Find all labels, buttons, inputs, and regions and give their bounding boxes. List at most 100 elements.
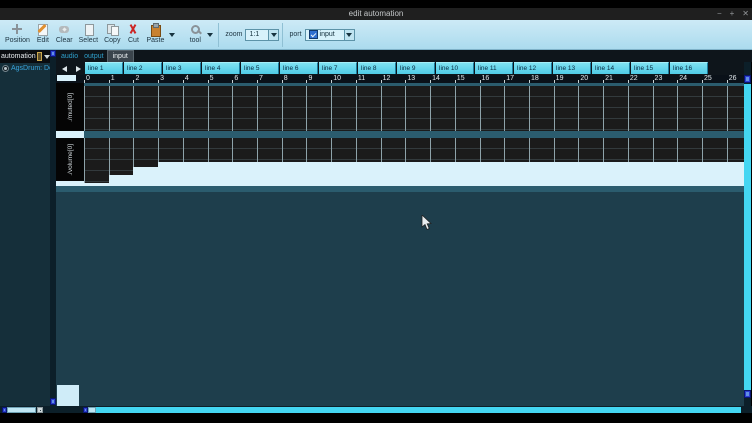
toolbar: PositionEditClearSelectCopyCutPastetool … <box>0 20 752 50</box>
automation-column <box>405 86 430 131</box>
toolbar-separator <box>282 23 283 47</box>
radio-icon[interactable] <box>2 65 9 72</box>
sidebar-hscroll-thumb[interactable] <box>7 407 36 413</box>
ruler-number: 25 <box>704 75 712 82</box>
zoom-combobox[interactable]: 1:1 <box>245 29 269 41</box>
automation-column <box>727 86 744 131</box>
automation-column <box>158 138 183 162</box>
automation-column <box>578 86 603 131</box>
edit-button[interactable]: Edit <box>33 22 53 48</box>
line-header-cell: line 13 <box>553 62 591 74</box>
vscroll-up-button[interactable] <box>744 75 751 83</box>
port-combobox[interactable]: input <box>305 29 345 41</box>
lane-separator <box>84 131 744 138</box>
vscroll-down-button[interactable] <box>744 390 751 398</box>
tab-output[interactable]: output <box>81 51 106 62</box>
ruler-number: 2 <box>135 75 139 82</box>
automation-column <box>282 86 307 131</box>
automation-column <box>133 138 158 167</box>
zoom-value: 1:1 <box>249 31 259 38</box>
line-header-cell: line 15 <box>631 62 669 74</box>
port-dropdown-arrow[interactable] <box>345 29 355 41</box>
vscroll-thumb[interactable] <box>744 84 751 390</box>
automation-column <box>356 138 381 162</box>
paste-dropdown-arrow[interactable] <box>167 25 177 45</box>
automation-column <box>529 86 554 131</box>
scroll-right-button[interactable] <box>73 63 84 74</box>
ruler-number: 3 <box>160 75 164 82</box>
automation-column <box>455 138 480 162</box>
select-button[interactable]: Select <box>76 22 101 48</box>
automation-column <box>677 138 702 162</box>
automation-column <box>208 86 233 131</box>
line-header-cell: line 10 <box>436 62 474 74</box>
automation-column <box>504 138 529 162</box>
port-label: port <box>289 31 301 38</box>
ruler-number: 4 <box>185 75 189 82</box>
main-hscroll-thumb[interactable] <box>96 407 741 413</box>
automation-column <box>653 138 678 162</box>
port-checkbox-icon[interactable] <box>309 30 318 39</box>
editor-background[interactable] <box>56 192 744 407</box>
tool-dropdown-arrow[interactable] <box>205 25 215 45</box>
ruler-number: 18 <box>531 75 539 82</box>
maximize-button[interactable]: + <box>730 8 735 20</box>
automation-selector[interactable]: automation <box>0 50 50 63</box>
automation-column <box>84 86 109 131</box>
tab-input[interactable]: input <box>107 50 134 62</box>
line-header-cell: line 3 <box>163 62 201 74</box>
title-bar[interactable]: edit automation − + ✕ <box>0 8 752 20</box>
automation-column <box>306 86 331 131</box>
position-icon <box>11 23 24 36</box>
sidebar-hscroll-end-button[interactable] <box>37 407 43 413</box>
line-header: line 1line 2line 3line 4line 5line 6line… <box>85 62 709 75</box>
main-hscroll-mini-thumb[interactable] <box>88 407 96 413</box>
label-column-thumb[interactable] <box>57 75 76 81</box>
automation-column <box>628 138 653 162</box>
ruler-number: 20 <box>580 75 588 82</box>
automation-column <box>455 86 480 131</box>
automation-column <box>405 138 430 162</box>
toolbar-separator <box>218 23 219 47</box>
line-header-cell: line 7 <box>319 62 357 74</box>
automation-column <box>702 138 727 162</box>
arrow-right-icon <box>76 66 81 72</box>
copy-button[interactable]: Copy <box>101 22 123 48</box>
position-button-label: Position <box>5 37 30 44</box>
automation-sidebar: automation AgsDrum: Defau <box>0 50 50 413</box>
tool-button[interactable]: tool <box>185 22 205 48</box>
corner-thumb[interactable] <box>57 385 79 406</box>
tab-bar: audiooutputinput <box>56 50 752 62</box>
window-title: edit automation <box>0 8 752 20</box>
automation-column <box>628 86 653 131</box>
clear-button-label: Clear <box>56 37 73 44</box>
vertical-scrollbar[interactable] <box>744 62 751 413</box>
ruler-number: 11 <box>358 75 365 82</box>
automation-column <box>158 86 183 131</box>
line-header-cell: line 4 <box>202 62 240 74</box>
position-button[interactable]: Position <box>2 22 33 48</box>
ruler-number: 23 <box>655 75 663 82</box>
machine-icon <box>37 52 42 61</box>
tab-audio[interactable]: audio <box>58 51 81 62</box>
ruler-number: 24 <box>679 75 687 82</box>
automation-column <box>84 138 109 183</box>
line-header-cell: line 6 <box>280 62 318 74</box>
scroll-left-button[interactable] <box>59 63 70 74</box>
clear-button[interactable]: Clear <box>53 22 76 48</box>
paste-button[interactable]: Paste <box>143 22 167 48</box>
ruler-number: 15 <box>457 75 465 82</box>
ruler-number: 9 <box>308 75 312 82</box>
close-button[interactable]: ✕ <box>742 8 749 20</box>
cut-icon <box>127 23 140 36</box>
tool-button-label: tool <box>190 37 201 44</box>
automation-column <box>430 86 455 131</box>
automation-column <box>109 86 134 131</box>
minimize-button[interactable]: − <box>717 8 722 20</box>
ruler-number: 21 <box>605 75 613 82</box>
muted-automation-grid[interactable] <box>84 86 744 131</box>
volume-automation-grid[interactable] <box>84 138 744 186</box>
zoom-dropdown-arrow[interactable] <box>269 29 279 41</box>
line-header-cell: line 5 <box>241 62 279 74</box>
cut-button[interactable]: Cut <box>123 22 143 48</box>
